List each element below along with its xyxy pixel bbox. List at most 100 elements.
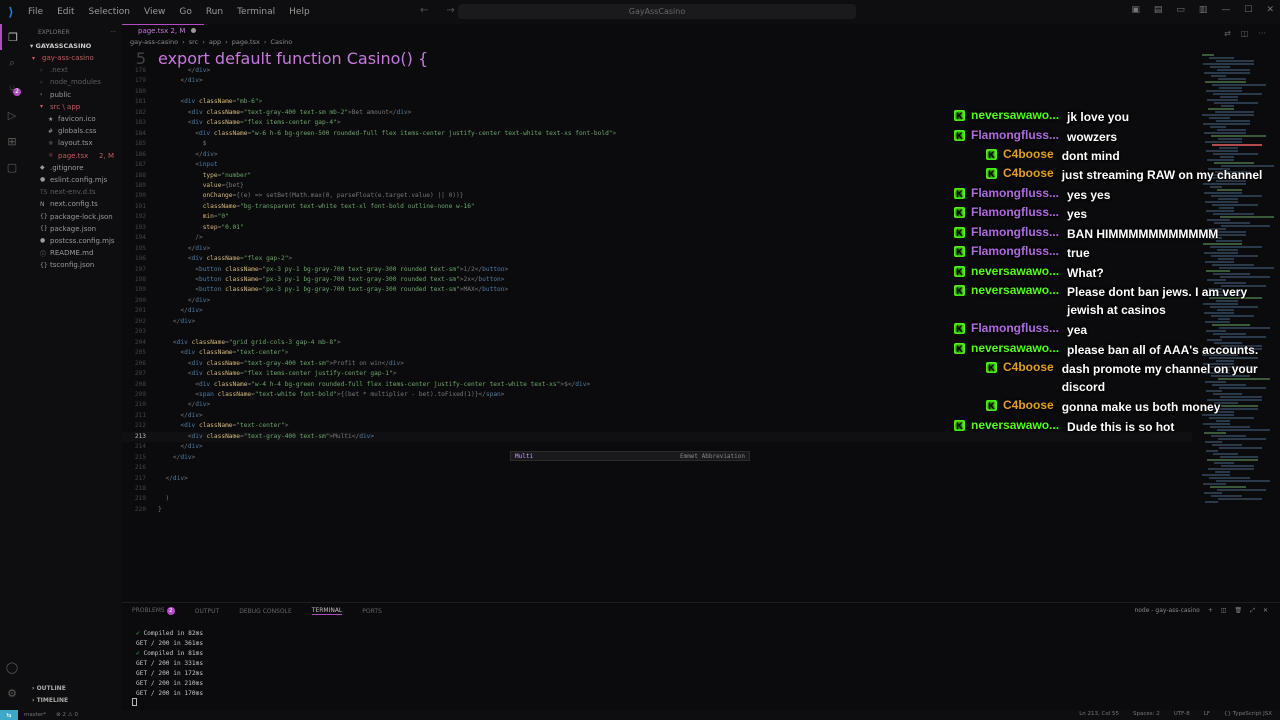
explorer-icon[interactable]: ❐ bbox=[0, 24, 24, 50]
tab-terminal[interactable]: TERMINAL bbox=[311, 607, 343, 615]
terminal-name[interactable]: node - gay-ass-casino bbox=[1134, 607, 1199, 615]
tab-page-tsx[interactable]: page.tsx 2, M bbox=[122, 24, 205, 36]
line-text: </div> bbox=[158, 317, 196, 325]
maximize-panel-icon[interactable]: ⤢ bbox=[1250, 607, 1255, 615]
panel-toggle-icon[interactable]: ▭ bbox=[1176, 5, 1185, 15]
panel-tab-label: PROBLEMS bbox=[132, 607, 165, 614]
search-icon[interactable]: ⌕ bbox=[0, 50, 24, 76]
file-type-icon: › bbox=[40, 91, 43, 99]
breadcrumb-item[interactable]: Casino bbox=[270, 38, 292, 46]
line-text: </div> bbox=[158, 307, 203, 315]
autocomplete-item[interactable]: Multi bbox=[515, 453, 533, 460]
code-line[interactable]: 218 bbox=[122, 484, 1192, 495]
tree-item[interactable]: {} package-lock.json bbox=[24, 210, 122, 222]
breadcrumb: gay-ass-casino › src › app › page.tsx › Casino bbox=[122, 36, 1280, 48]
close-panel-icon[interactable]: ✕ bbox=[1263, 607, 1268, 615]
tree-item[interactable]: › .next bbox=[24, 64, 122, 76]
run-debug-icon[interactable]: ▷ bbox=[0, 102, 24, 128]
code-line[interactable]: 216 bbox=[122, 463, 1192, 474]
tree-item[interactable]: Nnext.config.ts bbox=[24, 198, 122, 210]
remote-explorer-icon[interactable]: ▢ bbox=[0, 154, 24, 180]
code-line[interactable]: 178 </div> bbox=[122, 66, 1192, 77]
status-item[interactable]: {} TypeScript JSX bbox=[1224, 711, 1272, 717]
tree-item[interactable]: › public bbox=[24, 89, 122, 101]
tree-item[interactable]: ⚛ layout.tsx bbox=[24, 137, 122, 149]
tree-item[interactable]: ▾ src \ app bbox=[24, 101, 122, 113]
menu-item-go[interactable]: Go bbox=[179, 7, 191, 17]
tree-item[interactable]: {} tsconfig.json bbox=[24, 259, 122, 271]
file-type-icon: ★ bbox=[48, 115, 54, 123]
tab-problems[interactable]: PROBLEMS 2 bbox=[132, 607, 175, 615]
maximize-icon[interactable]: ☐ bbox=[1244, 5, 1252, 15]
line-number: 192 bbox=[134, 213, 146, 221]
menu-item-terminal[interactable]: Terminal bbox=[237, 7, 275, 17]
code-line[interactable]: 220} bbox=[122, 505, 1192, 516]
minimize-icon[interactable]: — bbox=[1221, 5, 1230, 15]
code-line[interactable]: 219 ) bbox=[122, 494, 1192, 505]
layout-toggle-icon[interactable]: ▣ bbox=[1131, 5, 1140, 15]
status-right: Ln 213, Col 55 Spaces: 2 UTF-8 LF {} TypeScr… bbox=[1079, 711, 1272, 717]
new-terminal-icon[interactable]: + bbox=[1208, 607, 1213, 615]
tree-item[interactable]: ◆ .gitignore bbox=[24, 162, 122, 174]
branch-indicator[interactable]: master* bbox=[24, 712, 46, 718]
tab-output[interactable]: OUTPUT bbox=[195, 608, 219, 615]
terminal-text: GET / 200 in 172ms bbox=[136, 670, 204, 677]
kill-terminal-icon[interactable]: 🗑 bbox=[1235, 607, 1243, 615]
tree-item[interactable]: ⓘ README.md bbox=[24, 247, 122, 259]
tree-item[interactable]: {} package.json bbox=[24, 223, 122, 235]
code-line[interactable]: 180 bbox=[122, 87, 1192, 98]
problems-indicator[interactable]: ⊗ 2 ⚠ 0 bbox=[56, 712, 78, 718]
breadcrumb-item[interactable]: gay-ass-casino bbox=[130, 38, 178, 46]
breadcrumb-item[interactable]: src bbox=[189, 38, 199, 46]
more-actions-icon[interactable]: ··· bbox=[110, 29, 116, 36]
tree-item[interactable]: › node_modules bbox=[24, 76, 122, 88]
menu-item-selection[interactable]: Selection bbox=[89, 7, 130, 17]
status-item[interactable]: LF bbox=[1204, 711, 1210, 717]
tree-item[interactable]: ▾ gay-ass-casino bbox=[24, 52, 122, 64]
code-line[interactable]: 179 </div> bbox=[122, 76, 1192, 87]
menu-item-file[interactable]: File bbox=[28, 7, 43, 17]
autocomplete-popup[interactable]: Multi Emmet Abbreviation bbox=[510, 451, 750, 461]
workspace-root[interactable]: ▾ GAYASSCASINO bbox=[24, 40, 122, 52]
more-actions-icon[interactable]: ··· bbox=[1258, 29, 1266, 38]
file-type-icon: ⓘ bbox=[40, 250, 47, 258]
extensions-icon[interactable]: ⊞ bbox=[0, 128, 24, 154]
breadcrumb-item[interactable]: app bbox=[209, 38, 221, 46]
tree-item[interactable]: ⚛ page.tsx 2, M bbox=[24, 150, 122, 162]
secondary-sidebar-icon[interactable]: ▥ bbox=[1199, 5, 1208, 15]
account-icon[interactable]: ◯ bbox=[0, 654, 24, 680]
tab-ports[interactable]: PORTS bbox=[362, 608, 382, 615]
terminal-output[interactable]: ✓ Compiled in 82ms GET / 200 in 361ms ✓ Co… bbox=[136, 629, 203, 699]
settings-gear-icon[interactable]: ⚙ bbox=[0, 680, 24, 706]
status-item[interactable]: Ln 213, Col 55 bbox=[1079, 711, 1119, 717]
breadcrumb-item[interactable]: page.tsx bbox=[232, 38, 260, 46]
editor-actions: ⇄ ◫ ··· bbox=[1224, 29, 1266, 38]
menu-item-help[interactable]: Help bbox=[289, 7, 310, 17]
split-terminal-icon[interactable]: ◫ bbox=[1221, 607, 1227, 615]
tree-item[interactable]: # globals.css bbox=[24, 125, 122, 137]
line-number: 188 bbox=[134, 171, 146, 179]
close-icon[interactable]: ✕ bbox=[1266, 5, 1274, 15]
chat-text: wowzers bbox=[1067, 130, 1118, 144]
tree-item[interactable]: ● eslint.config.mjs bbox=[24, 174, 122, 186]
menu-item-edit[interactable]: Edit bbox=[57, 7, 74, 17]
outline-section[interactable]: › OUTLINE bbox=[24, 682, 122, 694]
menu-item-run[interactable]: Run bbox=[206, 7, 223, 17]
open-changes-icon[interactable]: ⇄ bbox=[1224, 29, 1231, 38]
tab-debug-console[interactable]: DEBUG CONSOLE bbox=[239, 608, 292, 615]
command-center-search[interactable]: GayAssCasino bbox=[458, 4, 856, 19]
sidebar-toggle-icon[interactable]: ▤ bbox=[1154, 5, 1163, 15]
status-item[interactable]: UTF-8 bbox=[1174, 711, 1190, 717]
tree-item[interactable]: TS next-env.d.ts bbox=[24, 186, 122, 198]
unsaved-dot-icon[interactable] bbox=[191, 28, 197, 33]
minimap-line bbox=[1214, 102, 1258, 104]
timeline-section[interactable]: › TIMELINE bbox=[24, 694, 122, 706]
code-line[interactable]: 217 </div> bbox=[122, 474, 1192, 485]
code-line[interactable]: 181 <div className="mb-6"> bbox=[122, 97, 1192, 108]
menu-item-view[interactable]: View bbox=[144, 7, 165, 17]
tree-item[interactable]: ● postcss.config.mjs bbox=[24, 235, 122, 247]
split-editor-icon[interactable]: ◫ bbox=[1241, 29, 1249, 38]
remote-indicator-icon[interactable]: ⇆ bbox=[0, 710, 18, 720]
status-item[interactable]: Spaces: 2 bbox=[1133, 711, 1160, 717]
tree-item[interactable]: ★ favicon.ico bbox=[24, 113, 122, 125]
